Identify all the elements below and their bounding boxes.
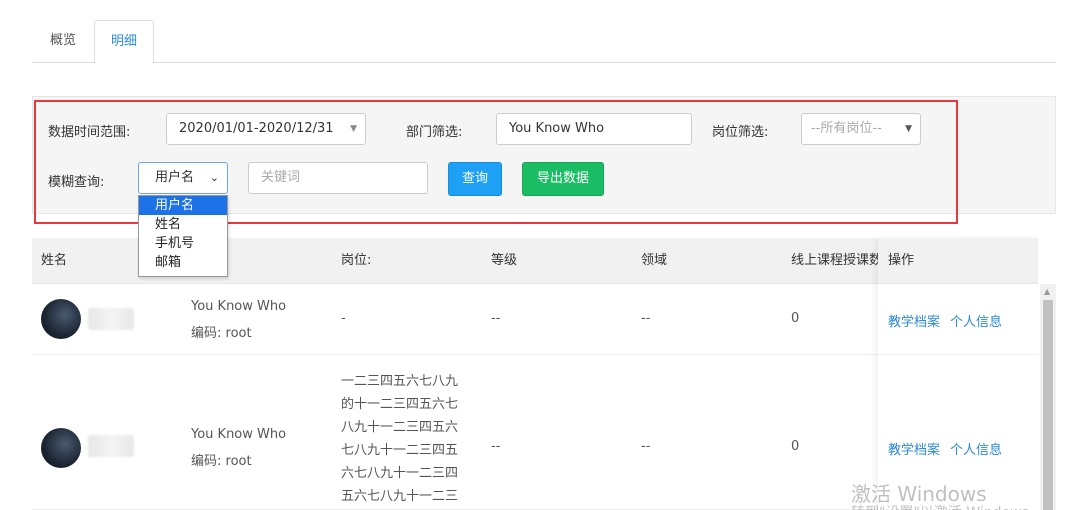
- tab-bar: 概览 明细: [32, 20, 1056, 64]
- tab-overview[interactable]: 概览: [32, 20, 94, 63]
- avatar: [41, 428, 81, 468]
- level-value: --: [491, 439, 501, 454]
- dropdown-option-email[interactable]: 邮箱: [139, 253, 227, 272]
- scroll-up-icon[interactable]: ▲: [1044, 287, 1050, 296]
- position-value: -: [341, 311, 346, 326]
- header-level: 等级: [491, 253, 518, 268]
- position-line: 八九十一二三四五六: [341, 420, 459, 435]
- field-value: --: [641, 439, 651, 454]
- level-value: --: [491, 311, 501, 326]
- position-multiline: 一二三四五六七八九 的十一二三四五六七 八九十一二三四五六 七八九十一二三四五 …: [341, 370, 481, 508]
- fixed-action-column: 操作 教学档案 个人信息 教学档案 个人信息: [878, 238, 1038, 510]
- personal-info-link[interactable]: 个人信息: [950, 311, 1002, 330]
- dropdown-option-phone[interactable]: 手机号: [139, 234, 227, 253]
- header-position: 岗位:: [341, 253, 372, 268]
- dept-code: 编码: root: [191, 454, 252, 469]
- personal-info-link[interactable]: 个人信息: [950, 439, 1002, 458]
- dropdown-option-name[interactable]: 姓名: [139, 215, 227, 234]
- teaching-archive-link[interactable]: 教学档案: [888, 311, 940, 330]
- field-value: --: [641, 311, 651, 326]
- header-online-courses: 线上课程授课数: [791, 253, 883, 268]
- windows-activation-subtext: 转到"设置"以激活 Windows。: [851, 502, 1043, 510]
- scrollbar-thumb[interactable]: [1043, 300, 1053, 510]
- tab-detail[interactable]: 明细: [94, 20, 154, 64]
- header-name: 姓名: [41, 253, 68, 268]
- vertical-scrollbar[interactable]: ▲: [1040, 284, 1056, 510]
- blurred-name: [88, 308, 134, 330]
- position-line: 一二三四五六七八九: [341, 374, 459, 389]
- dept-name: You Know Who: [191, 299, 287, 314]
- dept-code: 编码: root: [191, 326, 252, 341]
- header-field: 领域: [641, 253, 668, 268]
- action-cell: 教学档案 个人信息: [878, 284, 1038, 355]
- online-courses-value: 0: [791, 311, 800, 326]
- teaching-archive-link[interactable]: 教学档案: [888, 439, 940, 458]
- action-header-cell: 操作: [878, 238, 1038, 284]
- online-courses-value: 0: [791, 439, 800, 454]
- position-line: 五六七八九十一二三: [341, 489, 459, 504]
- blurred-name: [88, 435, 134, 457]
- position-line: 六七八九十一二三四: [341, 466, 459, 481]
- header-action: 操作: [888, 253, 915, 268]
- dropdown-option-username[interactable]: 用户名: [139, 196, 227, 215]
- position-line: 的十一二三四五六七: [341, 397, 459, 412]
- dept-name: You Know Who: [191, 427, 287, 442]
- avatar: [41, 299, 81, 339]
- position-line: 七八九十一二三四五: [341, 443, 459, 458]
- fuzzy-field-dropdown: 用户名 姓名 手机号 邮箱: [138, 195, 228, 277]
